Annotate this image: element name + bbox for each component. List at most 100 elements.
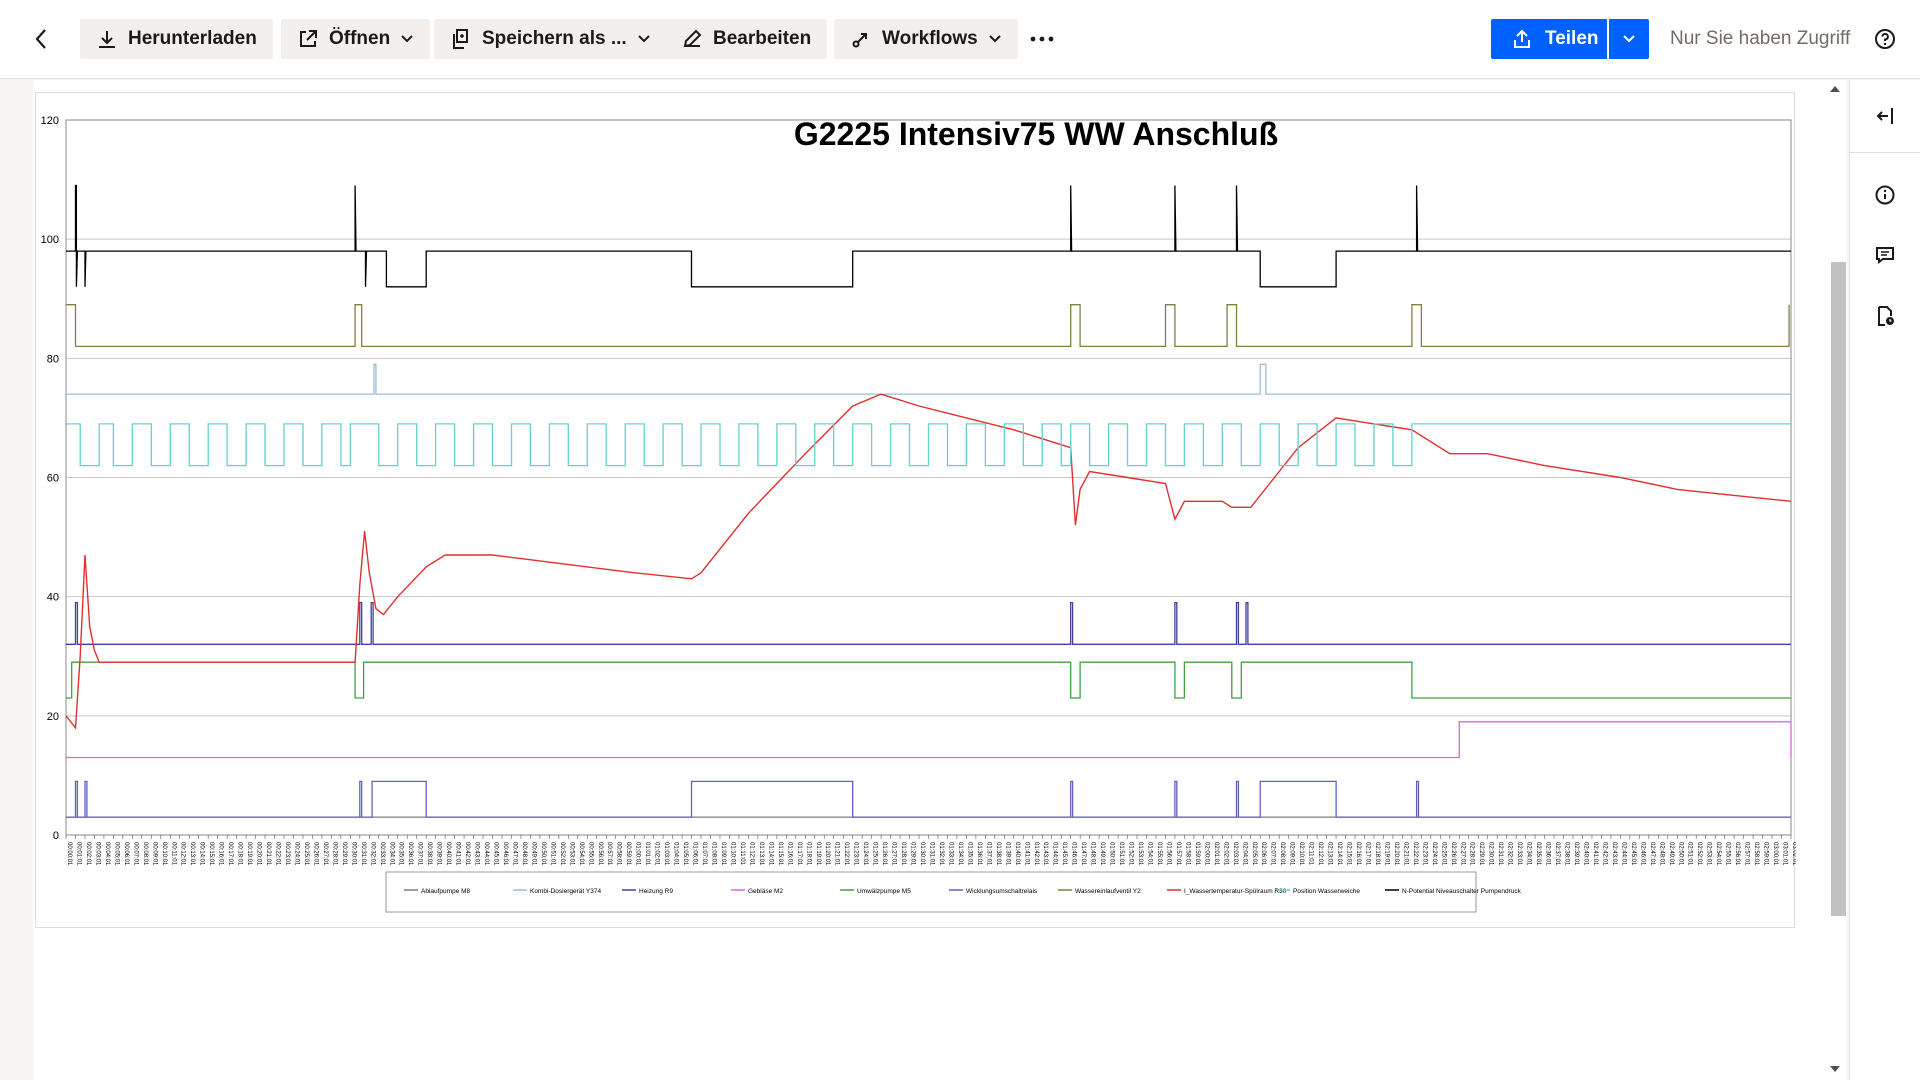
x-tick-label: 00:59:01 — [625, 842, 631, 866]
y-tick-label: 100 — [41, 234, 59, 246]
x-tick-label: 00:08:01 — [142, 842, 148, 866]
x-tick-label: 00:38:01 — [426, 842, 432, 866]
x-tick-label: 00:15:01 — [208, 842, 214, 866]
x-tick-label: 01:15:01 — [777, 842, 783, 866]
x-axis: 00:00:01 00:01:01 00:02:01 00:03:01 00:04:01… — [65, 835, 1796, 866]
legend-label: Wicklungsumschaltrelais — [966, 888, 1038, 895]
x-tick-label: 01:02:01 — [654, 842, 660, 866]
x-tick-label: 02:31:01 — [1497, 842, 1503, 866]
series-line — [66, 423, 1791, 467]
x-tick-label: 00:17:01 — [227, 842, 233, 866]
x-tick-label: 00:20:01 — [256, 842, 262, 866]
x-tick-label: 00:52:01 — [559, 842, 565, 866]
x-tick-label: 00:04:01 — [104, 842, 110, 866]
file-activity-button[interactable] — [1870, 301, 1900, 331]
legend-label: Umwälzpumpe M5 — [857, 888, 911, 895]
x-tick-label: 02:07:01 — [1270, 842, 1276, 866]
x-tick-label: 02:22:01 — [1412, 842, 1418, 866]
x-tick-label: 01:30:01 — [919, 842, 925, 866]
x-tick-label: 01:20:01 — [824, 842, 830, 866]
x-tick-label: 01:21:01 — [834, 842, 840, 866]
x-tick-label: 01:35:01 — [966, 842, 972, 866]
x-tick-label: 01:37:01 — [985, 842, 991, 866]
series-line — [66, 304, 1790, 348]
legend-label: I_Wassertemperatur-Spülraum R30 — [1184, 888, 1287, 895]
back-button[interactable] — [26, 24, 56, 54]
more-button[interactable] — [1027, 24, 1057, 54]
series-line — [66, 780, 1791, 818]
x-tick-label: 00:13:01 — [189, 842, 195, 866]
x-tick-label: 01:08:01 — [711, 842, 717, 866]
workflows-button[interactable]: Workflows — [834, 19, 1018, 59]
x-tick-label: 03:02:01 — [1791, 842, 1796, 866]
x-tick-label: 02:33:01 — [1516, 842, 1522, 866]
x-tick-label: 02:17:01 — [1364, 842, 1370, 866]
x-tick-label: 00:03:01 — [94, 842, 100, 866]
x-tick-label: 00:14:01 — [199, 842, 205, 866]
x-tick-label: 00:36:01 — [407, 842, 413, 866]
x-tick-label: 00:46:01 — [502, 842, 508, 866]
scroll-down-arrow[interactable] — [1830, 1066, 1840, 1072]
open-button[interactable]: Öffnen — [281, 19, 431, 59]
toolbar: Herunterladen Öffnen Speichern als ... B… — [0, 0, 1920, 79]
download-icon — [99, 31, 115, 48]
x-tick-label: 01:45:01 — [1061, 842, 1067, 866]
x-tick-label: 00:45:01 — [493, 842, 499, 866]
share-button[interactable]: Teilen — [1491, 19, 1607, 59]
x-tick-label: 01:31:01 — [929, 842, 935, 866]
collapse-panel-button[interactable] — [1870, 101, 1900, 131]
workflows-icon — [852, 33, 867, 48]
x-tick-label: 01:26:01 — [881, 842, 887, 866]
access-status: Nur Sie haben Zugriff — [1670, 28, 1851, 49]
x-tick-label: 02:21:01 — [1402, 842, 1408, 866]
x-tick-label: 01:00:01 — [635, 842, 641, 866]
x-tick-label: 02:38:01 — [1564, 842, 1570, 866]
x-tick-label: 01:22:01 — [843, 842, 849, 866]
share-options-button[interactable] — [1609, 19, 1649, 59]
x-tick-label: 01:43:01 — [1042, 842, 1048, 866]
edit-button[interactable]: Bearbeiten — [665, 19, 828, 59]
x-tick-label: 02:29:01 — [1478, 842, 1484, 866]
x-tick-label: 00:42:01 — [464, 842, 470, 866]
x-tick-label: 01:10:01 — [729, 842, 735, 866]
legend-label: Wassereinlaufventil Y2 — [1075, 888, 1141, 895]
y-tick-label: 20 — [47, 711, 59, 723]
x-tick-label: 00:41:01 — [455, 842, 461, 866]
pencil-icon — [683, 29, 702, 48]
x-tick-label: 01:19:01 — [815, 842, 821, 866]
series-line — [66, 184, 1791, 288]
x-tick-label: 00:54:01 — [578, 842, 584, 866]
x-tick-label: 01:33:01 — [947, 842, 953, 866]
x-tick-label: 02:10:01 — [1298, 842, 1304, 866]
x-tick-label: 01:11:01 — [739, 842, 745, 866]
scrollbar-thumb[interactable] — [1831, 262, 1846, 916]
x-tick-label: 00:39:01 — [436, 842, 442, 866]
x-tick-label: 02:59:01 — [1763, 842, 1769, 866]
legend-label: Ablaufpumpe M8 — [421, 888, 471, 895]
x-tick-label: 01:17:01 — [796, 842, 802, 866]
x-tick-label: 02:39:01 — [1573, 842, 1579, 866]
x-tick-label: 02:25:01 — [1440, 842, 1446, 866]
download-button[interactable]: Herunterladen — [80, 19, 273, 59]
comments-button[interactable] — [1870, 240, 1900, 270]
x-tick-label: 02:11:01 — [1308, 842, 1314, 866]
x-tick-label: 02:41:01 — [1592, 842, 1598, 866]
x-tick-label: 00:31:01 — [360, 842, 366, 866]
x-tick-label: 02:14:01 — [1336, 842, 1342, 866]
x-tick-label: 01:07:01 — [701, 842, 707, 866]
open-external-icon — [300, 30, 317, 47]
x-tick-label: 00:28:01 — [331, 842, 337, 866]
info-button[interactable] — [1870, 180, 1900, 210]
x-tick-label: 01:48:01 — [1090, 842, 1096, 866]
help-button[interactable] — [1870, 24, 1900, 54]
x-tick-label: 02:44:01 — [1620, 842, 1626, 866]
share-label: Teilen — [1545, 28, 1599, 49]
x-tick-label: 02:00:01 — [1203, 842, 1209, 866]
save-as-button[interactable]: Speichern als ... — [434, 19, 667, 59]
x-tick-label: 01:03:01 — [663, 842, 669, 866]
scroll-up-arrow[interactable] — [1830, 86, 1840, 92]
x-tick-label: 02:27:01 — [1459, 842, 1465, 866]
x-tick-label: 00:02:01 — [85, 842, 91, 866]
x-tick-label: 02:26:01 — [1450, 842, 1456, 866]
x-tick-label: 02:03:01 — [1232, 842, 1238, 866]
